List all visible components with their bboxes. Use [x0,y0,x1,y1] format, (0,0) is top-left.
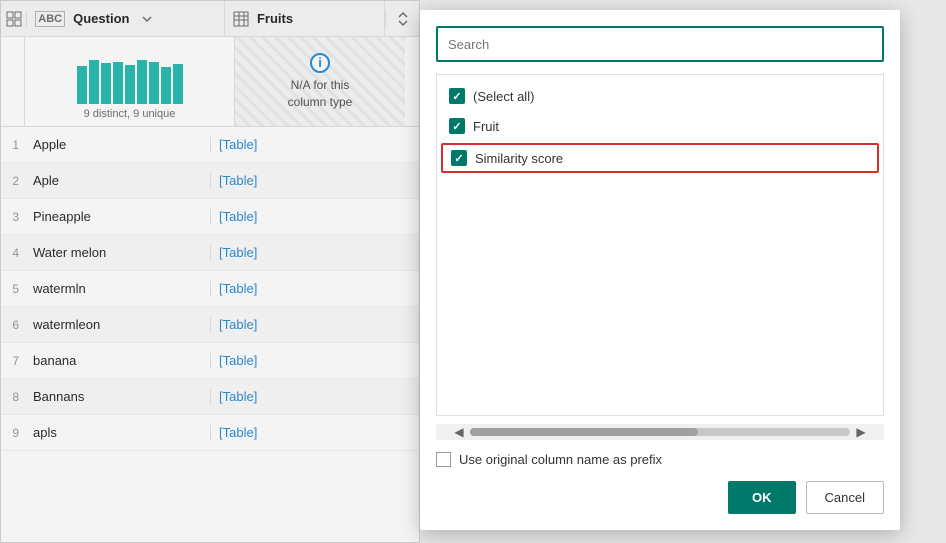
checklist-item-similarity_score[interactable]: Similarity score [441,143,879,173]
cancel-button[interactable]: Cancel [806,481,884,514]
check-label-similarity_score: Similarity score [475,151,563,166]
ok-button[interactable]: OK [728,481,796,514]
prefix-label: Use original column name as prefix [459,452,662,467]
scroll-left-arrow[interactable]: ◀ [452,425,466,439]
checkbox-similarity_score[interactable] [451,150,467,166]
scroll-right-arrow[interactable]: ▶ [854,425,868,439]
checkbox-select_all[interactable] [449,88,465,104]
check-label-select_all: (Select all) [473,89,534,104]
scroll-track[interactable] [470,428,850,436]
search-input[interactable] [436,26,884,62]
checklist-item-select_all[interactable]: (Select all) [437,81,883,111]
scrollbar-area: ◀ ▶ [436,424,884,440]
prefix-row: Use original column name as prefix [436,452,884,467]
check-label-fruit: Fruit [473,119,499,134]
checklist: (Select all) Fruit Similarity score [436,74,884,416]
dialog-footer: Use original column name as prefix OK Ca… [436,452,884,514]
prefix-checkbox[interactable] [436,452,451,467]
checkbox-fruit[interactable] [449,118,465,134]
scroll-thumb [470,428,698,436]
checklist-item-fruit[interactable]: Fruit [437,111,883,141]
button-row: OK Cancel [436,481,884,514]
dialog: (Select all) Fruit Similarity score ◀ ▶ … [420,10,900,530]
